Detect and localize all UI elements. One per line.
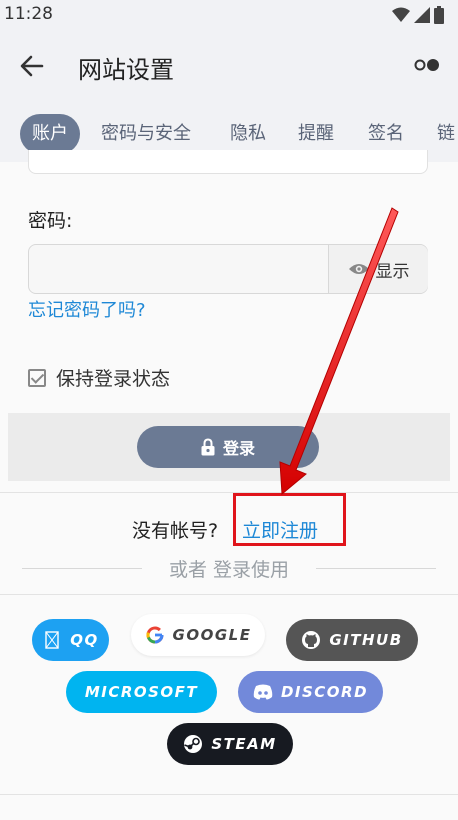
- tab-signature[interactable]: 签名: [368, 114, 404, 154]
- login-button-area: 登录: [8, 413, 450, 481]
- github-icon: [301, 630, 321, 650]
- qq-login-button[interactable]: QQ: [32, 619, 109, 661]
- microsoft-login-button[interactable]: MICROSOFT: [66, 671, 217, 713]
- wifi-icon: [392, 7, 410, 22]
- login-button[interactable]: 登录: [137, 426, 319, 468]
- no-account-text: 没有帐号?: [132, 520, 219, 542]
- divider: [0, 594, 458, 595]
- status-time: 11:28: [4, 4, 53, 24]
- discord-login-button[interactable]: DISCORD: [238, 671, 383, 713]
- remember-me-checkbox[interactable]: 保持登录状态: [28, 364, 170, 391]
- more-options-icon[interactable]: [414, 58, 440, 72]
- microsoft-label: MICROSOFT: [84, 683, 199, 701]
- login-form-area: 密码: 显示 忘记密码了吗? 保持登录状态 登录 没有帐号? 立即注册 或者 登…: [0, 150, 458, 820]
- steam-label: STEAM: [211, 735, 277, 753]
- password-field-group: 显示: [28, 244, 428, 294]
- forgot-password-link[interactable]: 忘记密码了吗?: [28, 296, 146, 322]
- password-label: 密码:: [28, 210, 73, 232]
- steam-icon: [183, 734, 203, 754]
- discord-icon: [253, 682, 273, 702]
- status-bar: 11:28: [0, 0, 458, 32]
- google-login-button[interactable]: GOOGLE: [131, 614, 265, 656]
- username-field-bottom[interactable]: [28, 150, 428, 174]
- status-icons: [392, 6, 444, 24]
- eye-icon: [348, 264, 369, 274]
- or-separator: 或者 登录使用: [22, 555, 436, 581]
- lock-icon: [201, 438, 215, 456]
- tab-notifications[interactable]: 提醒: [298, 114, 334, 154]
- divider: [0, 794, 458, 795]
- remember-me-label: 保持登录状态: [56, 368, 171, 390]
- steam-login-button[interactable]: STEAM: [167, 723, 293, 765]
- login-button-label: 登录: [222, 439, 255, 458]
- github-login-button[interactable]: GITHUB: [286, 619, 418, 661]
- signal-icon: [414, 7, 430, 23]
- password-input[interactable]: [29, 245, 329, 293]
- tab-privacy[interactable]: 隐私: [230, 114, 266, 154]
- or-line-right: [316, 568, 436, 569]
- google-label: GOOGLE: [172, 626, 252, 644]
- google-icon: [145, 625, 165, 645]
- page-title: 网站设置: [78, 56, 174, 84]
- divider: [0, 492, 458, 493]
- tab-account[interactable]: 账户: [20, 114, 80, 154]
- show-password-button[interactable]: 显示: [328, 245, 428, 293]
- tab-links[interactable]: 链: [437, 114, 455, 154]
- qq-label: QQ: [70, 631, 99, 649]
- tab-password-security[interactable]: 密码与安全: [101, 114, 191, 154]
- battery-icon: [434, 6, 444, 24]
- discord-label: DISCORD: [280, 683, 369, 701]
- app-bar: 网站设置: [0, 32, 458, 102]
- back-arrow-icon[interactable]: [18, 52, 46, 80]
- annotation-highlight-box: [233, 493, 346, 546]
- checkbox-icon[interactable]: [28, 368, 46, 387]
- github-label: GITHUB: [329, 631, 403, 649]
- show-password-label: 显示: [375, 261, 410, 282]
- qq-icon: [42, 630, 62, 650]
